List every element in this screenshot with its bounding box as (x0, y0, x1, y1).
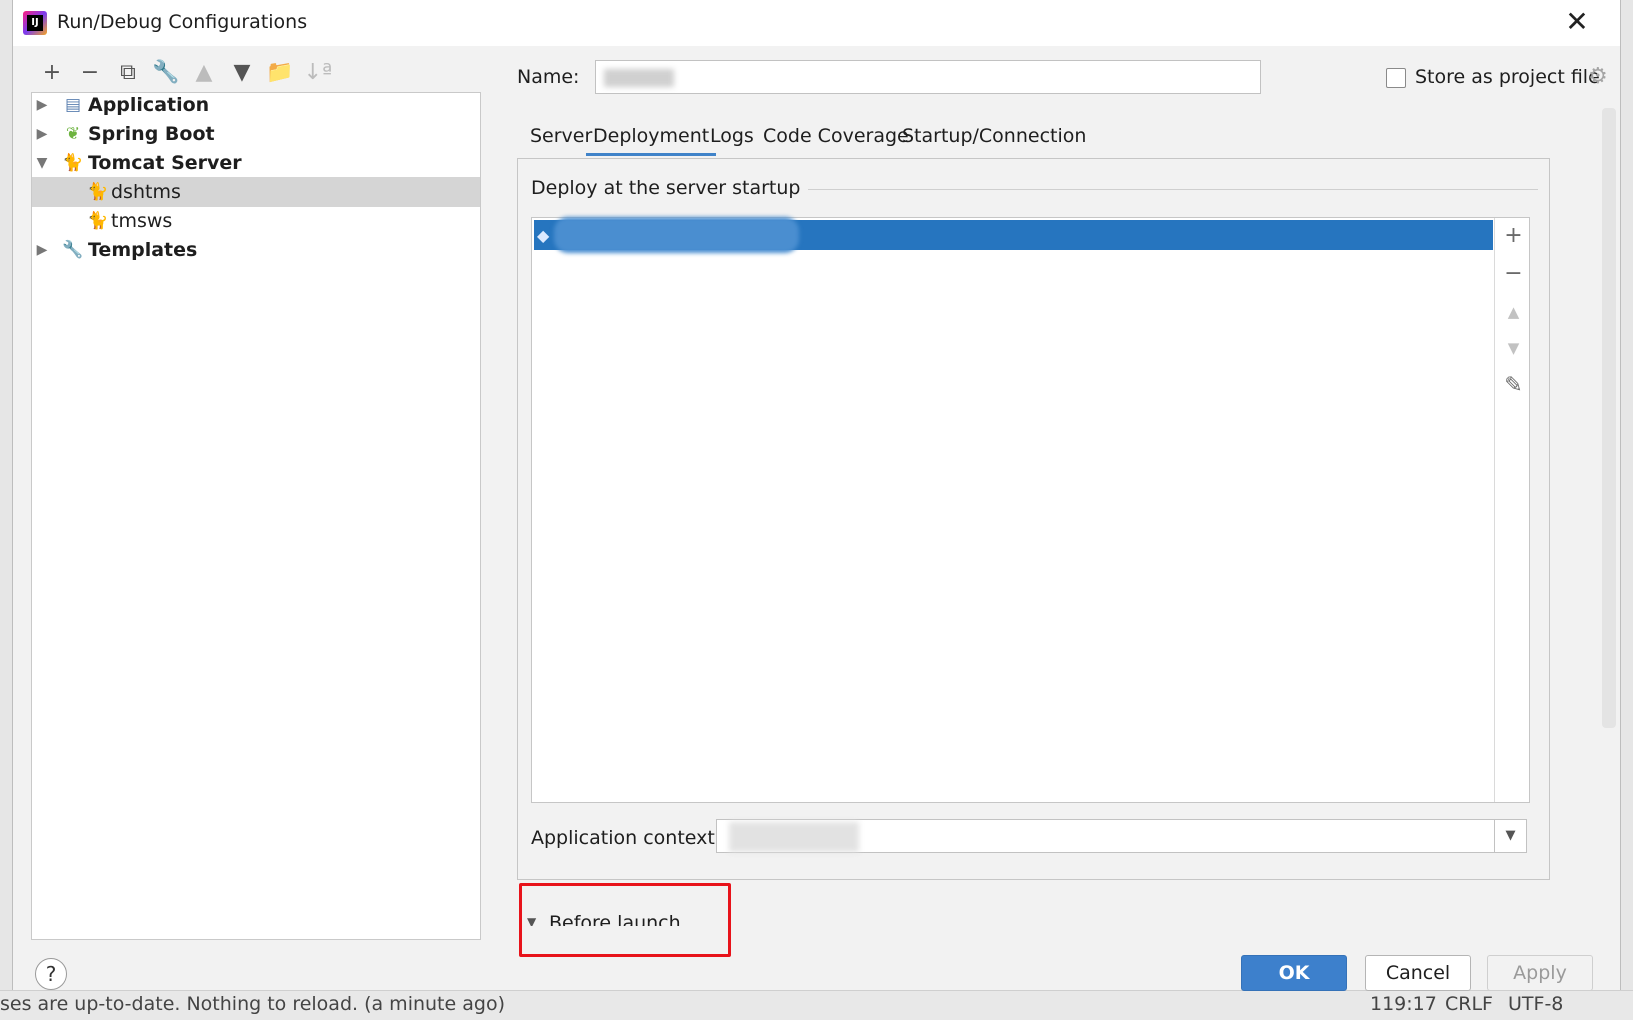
configuration-tree: ▶ ▤ Application ▶ ❦ Spring Boot ▼ 🐈 Tomc… (31, 92, 481, 940)
expand-arrow-icon[interactable]: ▶ (34, 90, 50, 120)
highlight-annotation-box (519, 883, 731, 957)
add-artifact-button[interactable]: + (1497, 220, 1530, 252)
artifact-row[interactable]: ◆ (534, 217, 1493, 253)
status-position[interactable]: 119:17 (1370, 993, 1437, 1015)
spring-boot-icon: ❦ (65, 124, 81, 144)
tomcat-icon: 🐈 (62, 153, 84, 173)
deployment-panel: Deploy at the server startup ◆ + − ▲ ▼ ✎… (517, 158, 1550, 880)
tomcat-icon: 🐈 (87, 211, 109, 231)
artifact-icon: ◆ (537, 226, 550, 245)
move-down-icon[interactable]: ▼ (223, 58, 261, 88)
config-toolbar: + − ⧉ 🔧 ▲ ▼ 📁 ↓ª (33, 58, 337, 88)
tree-item-dshtms[interactable]: 🐈 dshtms (32, 177, 480, 207)
move-up-icon[interactable]: ▲ (1497, 296, 1530, 328)
copy-config-icon[interactable]: ⧉ (109, 58, 147, 88)
run-debug-dialog: Run/Debug Configurations ✕ + − ⧉ 🔧 ▲ ▼ 📁… (12, 0, 1621, 991)
ok-button[interactable]: OK (1241, 955, 1347, 991)
vertical-scrollbar[interactable] (1602, 108, 1616, 728)
remove-config-button[interactable]: − (71, 58, 109, 88)
cancel-button[interactable]: Cancel (1365, 955, 1471, 991)
add-config-button[interactable]: + (33, 58, 71, 88)
name-label: Name: (517, 66, 580, 88)
redacted-context (729, 822, 859, 852)
edit-defaults-wrench-icon[interactable]: 🔧 (147, 58, 185, 88)
help-button[interactable]: ? (35, 958, 67, 990)
edit-pencil-icon[interactable]: ✎ (1497, 370, 1530, 402)
tab-startup-connection[interactable]: Startup/Connection (895, 116, 1093, 156)
tree-item-label: Templates (88, 239, 198, 261)
tomcat-icon: 🐈 (87, 182, 109, 202)
background-status-bar: ses are up-to-date. Nothing to reload. (… (0, 990, 1633, 1020)
new-folder-icon[interactable]: 📁 (261, 58, 299, 88)
collapse-arrow-icon[interactable]: ▼ (34, 148, 50, 178)
redacted-artifact-name (554, 217, 799, 253)
name-field[interactable] (595, 60, 1261, 94)
section-divider (778, 189, 1538, 190)
tree-item-spring-boot[interactable]: ▶ ❦ Spring Boot (32, 119, 480, 149)
expand-arrow-icon[interactable]: ▶ (34, 235, 50, 265)
tab-deployment[interactable]: Deployment (586, 116, 717, 156)
tree-item-label: dshtms (111, 181, 181, 203)
chevron-down-icon[interactable]: ▼ (1494, 820, 1526, 852)
tab-logs[interactable]: Logs (703, 116, 761, 156)
status-line-separator[interactable]: CRLF (1445, 993, 1493, 1015)
application-context-combo[interactable]: ▼ (716, 819, 1527, 853)
close-icon[interactable]: ✕ (1562, 8, 1592, 38)
artifacts-list-body: ◆ (532, 217, 1495, 802)
tab-code-coverage[interactable]: Code Coverage (756, 116, 916, 156)
apply-button[interactable]: Apply (1487, 955, 1593, 991)
dialog-title: Run/Debug Configurations (57, 11, 308, 33)
tree-item-tmsws[interactable]: 🐈 tmsws (32, 206, 480, 236)
store-as-project-file-label[interactable]: Store as project file (1415, 66, 1600, 88)
expand-arrow-icon[interactable]: ▶ (34, 119, 50, 149)
move-down-icon[interactable]: ▼ (1497, 332, 1530, 364)
deploy-artifacts-list: ◆ + − ▲ ▼ ✎ (531, 217, 1530, 803)
tree-item-label: Spring Boot (88, 123, 215, 145)
application-icon: ▤ (64, 95, 82, 115)
deploy-section-title: Deploy at the server startup (531, 177, 809, 199)
background-ide-left (0, 0, 12, 1020)
artifact-side-toolbar: + − ▲ ▼ ✎ (1497, 218, 1530, 802)
tree-item-label: tmsws (111, 210, 173, 232)
tree-item-label: Tomcat Server (88, 152, 242, 174)
tree-item-label: Application (88, 94, 210, 116)
title-bar: Run/Debug Configurations ✕ (13, 0, 1620, 46)
redacted-name (604, 69, 674, 87)
status-message: ses are up-to-date. Nothing to reload. (… (0, 993, 505, 1015)
application-context-label: Application context: (531, 827, 722, 849)
tree-item-tomcat-server[interactable]: ▼ 🐈 Tomcat Server (32, 148, 480, 178)
tree-item-templates[interactable]: ▶ 🔧 Templates (32, 235, 480, 265)
intellij-app-icon (23, 11, 47, 35)
background-ide-right (1619, 0, 1633, 1020)
remove-artifact-button[interactable]: − (1497, 258, 1530, 290)
status-encoding[interactable]: UTF-8 (1508, 993, 1563, 1015)
sort-alphabetically-icon[interactable]: ↓ª (299, 58, 337, 88)
wrench-icon: 🔧 (62, 240, 84, 260)
move-up-icon[interactable]: ▲ (185, 58, 223, 88)
store-as-project-file-checkbox[interactable] (1386, 68, 1406, 88)
tree-item-application[interactable]: ▶ ▤ Application (32, 90, 480, 120)
gear-icon[interactable]: ⚙ (1588, 64, 1608, 89)
